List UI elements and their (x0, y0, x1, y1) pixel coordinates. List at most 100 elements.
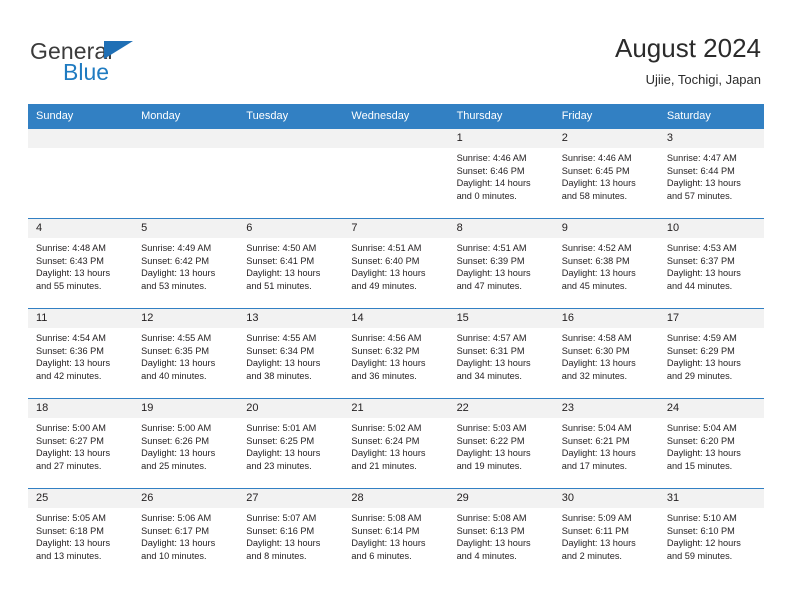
day-number: 15 (448, 309, 554, 328)
sunrise-text: Sunrise: 4:51 AM (456, 243, 527, 253)
day-details: Sunrise: 5:02 AM Sunset: 6:24 PM Daylight:… (343, 418, 448, 472)
weekday-header-tuesday: Tuesday (238, 104, 344, 129)
daylight-text-line2: and 6 minutes. (351, 550, 412, 561)
page-header: General Blue August 2024 Ujiie, Tochigi,… (0, 0, 792, 104)
day-number: 8 (448, 219, 554, 238)
calendar-header-row: Sunday Monday Tuesday Wednesday Thursday… (28, 104, 764, 129)
calendar-day-cell[interactable]: 4 Sunrise: 4:48 AM Sunset: 6:43 PM Daylight… (28, 218, 134, 309)
calendar-day-cell[interactable]: 14 Sunrise: 4:56 AM Sunset: 6:32 PM Dayligh… (343, 308, 449, 399)
daylight-text-line2: and 32 minutes. (561, 370, 628, 381)
daylight-text-line1: Daylight: 13 hours (36, 268, 111, 279)
calendar-day-cell[interactable]: 7 Sunrise: 4:51 AM Sunset: 6:40 PM Daylight… (343, 218, 449, 309)
daylight-text-line2: and 23 minutes. (246, 460, 312, 471)
calendar-day-cell[interactable]: 15 Sunrise: 4:57 AM Sunset: 6:31 PM Dayligh… (448, 308, 554, 399)
sunset-text: Sunset: 6:34 PM (246, 345, 315, 356)
day-details: Sunrise: 5:06 AM Sunset: 6:17 PM Daylight:… (133, 508, 238, 562)
day-details: Sunrise: 5:01 AM Sunset: 6:25 PM Daylight:… (238, 418, 343, 472)
sunrise-text: Sunrise: 4:49 AM (141, 243, 212, 253)
calendar-day-cell[interactable]: 17 Sunrise: 4:59 AM Sunset: 6:29 PM Dayligh… (658, 308, 764, 399)
sunset-text: Sunset: 6:38 PM (561, 255, 630, 266)
calendar-day-cell[interactable]: 29 Sunrise: 5:08 AM Sunset: 6:13 PM Dayligh… (448, 488, 554, 579)
sunset-text: Sunset: 6:46 PM (456, 165, 525, 176)
calendar-day-cell[interactable]: 1 Sunrise: 4:46 AM Sunset: 6:46 PM Daylight… (448, 128, 554, 219)
calendar-day-cell[interactable]: 11 Sunrise: 4:54 AM Sunset: 6:36 PM Dayligh… (28, 308, 134, 399)
day-number: 19 (133, 399, 239, 418)
calendar-day-cell[interactable]: 8 Sunrise: 4:51 AM Sunset: 6:39 PM Daylight… (448, 218, 554, 309)
day-details: Sunrise: 4:50 AM Sunset: 6:41 PM Daylight:… (238, 238, 343, 292)
sunrise-text: Sunrise: 4:59 AM (666, 333, 737, 343)
sunrise-text: Sunrise: 5:03 AM (456, 423, 527, 433)
sunset-text: Sunset: 6:39 PM (456, 255, 525, 266)
calendar-day-cell[interactable]: 18 Sunrise: 5:00 AM Sunset: 6:27 PM Dayligh… (28, 398, 134, 489)
weekday-header-monday: Monday (133, 104, 239, 129)
sunrise-text: Sunrise: 5:08 AM (351, 513, 422, 523)
day-number: 1 (448, 129, 554, 148)
sunset-text: Sunset: 6:18 PM (36, 525, 104, 536)
day-details: Sunrise: 4:57 AM Sunset: 6:31 PM Daylight:… (449, 328, 554, 382)
day-details: Sunrise: 5:05 AM Sunset: 6:18 PM Daylight:… (28, 508, 133, 562)
sunrise-text: Sunrise: 4:46 AM (456, 153, 527, 163)
calendar-day-cell[interactable]: 16 Sunrise: 4:58 AM Sunset: 6:30 PM Dayligh… (553, 308, 659, 399)
calendar-day-cell[interactable]: 13 Sunrise: 4:55 AM Sunset: 6:34 PM Dayligh… (238, 308, 344, 399)
sunrise-text: Sunrise: 5:02 AM (351, 423, 422, 433)
calendar-day-cell[interactable]: 23 Sunrise: 5:04 AM Sunset: 6:21 PM Dayligh… (553, 398, 659, 489)
calendar-day-cell[interactable]: 10 Sunrise: 4:53 AM Sunset: 6:37 PM Dayligh… (658, 218, 764, 309)
sunrise-text: Sunrise: 4:57 AM (456, 333, 527, 343)
general-blue-logo[interactable]: General Blue (30, 38, 260, 90)
day-details: Sunrise: 4:54 AM Sunset: 6:36 PM Daylight:… (28, 328, 133, 382)
daylight-text-line1: Daylight: 13 hours (351, 538, 426, 549)
day-number (343, 129, 449, 148)
sunset-text: Sunset: 6:36 PM (36, 345, 104, 356)
calendar-day-cell[interactable]: 2 Sunrise: 4:46 AM Sunset: 6:45 PM Daylight… (553, 128, 659, 219)
sunrise-text: Sunrise: 5:04 AM (666, 423, 737, 433)
daylight-text-line1: Daylight: 13 hours (561, 268, 636, 279)
sunrise-text: Sunrise: 5:04 AM (561, 423, 632, 433)
day-details: Sunrise: 4:55 AM Sunset: 6:35 PM Daylight:… (133, 328, 238, 382)
daylight-text-line1: Daylight: 12 hours (666, 538, 741, 549)
calendar-day-cell[interactable]: 21 Sunrise: 5:02 AM Sunset: 6:24 PM Dayligh… (343, 398, 449, 489)
calendar-day-cell[interactable]: 20 Sunrise: 5:01 AM Sunset: 6:25 PM Dayligh… (238, 398, 344, 489)
sunrise-text: Sunrise: 5:00 AM (141, 423, 212, 433)
calendar-week-row: 18 Sunrise: 5:00 AM Sunset: 6:27 PM Dayligh… (28, 398, 764, 489)
calendar-week-row: 1 Sunrise: 4:46 AM Sunset: 6:46 PM Daylight… (28, 128, 764, 219)
daylight-text-line1: Daylight: 13 hours (561, 538, 636, 549)
calendar-day-cell[interactable]: 22 Sunrise: 5:03 AM Sunset: 6:22 PM Dayligh… (448, 398, 554, 489)
calendar-day-cell[interactable]: 3 Sunrise: 4:47 AM Sunset: 6:44 PM Daylight… (658, 128, 764, 219)
calendar-day-cell[interactable]: 30 Sunrise: 5:09 AM Sunset: 6:11 PM Dayligh… (553, 488, 659, 579)
daylight-text-line1: Daylight: 13 hours (246, 358, 321, 369)
calendar-day-cell[interactable]: 27 Sunrise: 5:07 AM Sunset: 6:16 PM Dayligh… (238, 488, 344, 579)
calendar-day-cell[interactable]: 19 Sunrise: 5:00 AM Sunset: 6:26 PM Dayligh… (133, 398, 239, 489)
weekday-header-thursday: Thursday (448, 104, 554, 129)
sunrise-text: Sunrise: 5:00 AM (36, 423, 106, 433)
day-number: 14 (343, 309, 449, 328)
daylight-text-line2: and 17 minutes. (561, 460, 628, 471)
calendar-day-cell[interactable]: 31 Sunrise: 5:10 AM Sunset: 6:10 PM Dayligh… (658, 488, 764, 579)
daylight-text-line1: Daylight: 13 hours (141, 358, 216, 369)
daylight-text-line1: Daylight: 13 hours (351, 358, 426, 369)
day-number (28, 129, 134, 148)
calendar-day-cell[interactable]: 24 Sunrise: 5:04 AM Sunset: 6:20 PM Dayligh… (658, 398, 764, 489)
daylight-text-line1: Daylight: 14 hours (456, 178, 531, 189)
calendar-day-cell[interactable]: 12 Sunrise: 4:55 AM Sunset: 6:35 PM Dayligh… (133, 308, 239, 399)
sunrise-text: Sunrise: 5:01 AM (246, 423, 317, 433)
sunset-text: Sunset: 6:24 PM (351, 435, 420, 446)
sunrise-text: Sunrise: 4:56 AM (351, 333, 422, 343)
calendar-day-cell[interactable]: 25 Sunrise: 5:05 AM Sunset: 6:18 PM Dayligh… (28, 488, 134, 579)
daylight-text-line2: and 19 minutes. (456, 460, 522, 471)
daylight-text-line2: and 21 minutes. (351, 460, 417, 471)
daylight-text-line2: and 13 minutes. (36, 550, 102, 561)
daylight-text-line2: and 38 minutes. (246, 370, 312, 381)
calendar-day-cell[interactable]: 5 Sunrise: 4:49 AM Sunset: 6:42 PM Daylight… (133, 218, 239, 309)
calendar-day-cell[interactable]: 9 Sunrise: 4:52 AM Sunset: 6:38 PM Daylight… (553, 218, 659, 309)
sunrise-text: Sunrise: 4:48 AM (36, 243, 106, 253)
day-details: Sunrise: 4:51 AM Sunset: 6:39 PM Daylight:… (449, 238, 554, 292)
daylight-text-line2: and 53 minutes. (141, 280, 207, 291)
calendar-day-cell[interactable]: 6 Sunrise: 4:50 AM Sunset: 6:41 PM Daylight… (238, 218, 344, 309)
sunset-text: Sunset: 6:26 PM (141, 435, 210, 446)
calendar-week-row: 25 Sunrise: 5:05 AM Sunset: 6:18 PM Dayligh… (28, 488, 764, 579)
calendar-day-cell[interactable]: 26 Sunrise: 5:06 AM Sunset: 6:17 PM Dayligh… (133, 488, 239, 579)
calendar-day-cell[interactable]: 28 Sunrise: 5:08 AM Sunset: 6:14 PM Dayligh… (343, 488, 449, 579)
day-details: Sunrise: 5:03 AM Sunset: 6:22 PM Daylight:… (449, 418, 554, 472)
daylight-text-line2: and 42 minutes. (36, 370, 102, 381)
day-number: 24 (658, 399, 764, 418)
